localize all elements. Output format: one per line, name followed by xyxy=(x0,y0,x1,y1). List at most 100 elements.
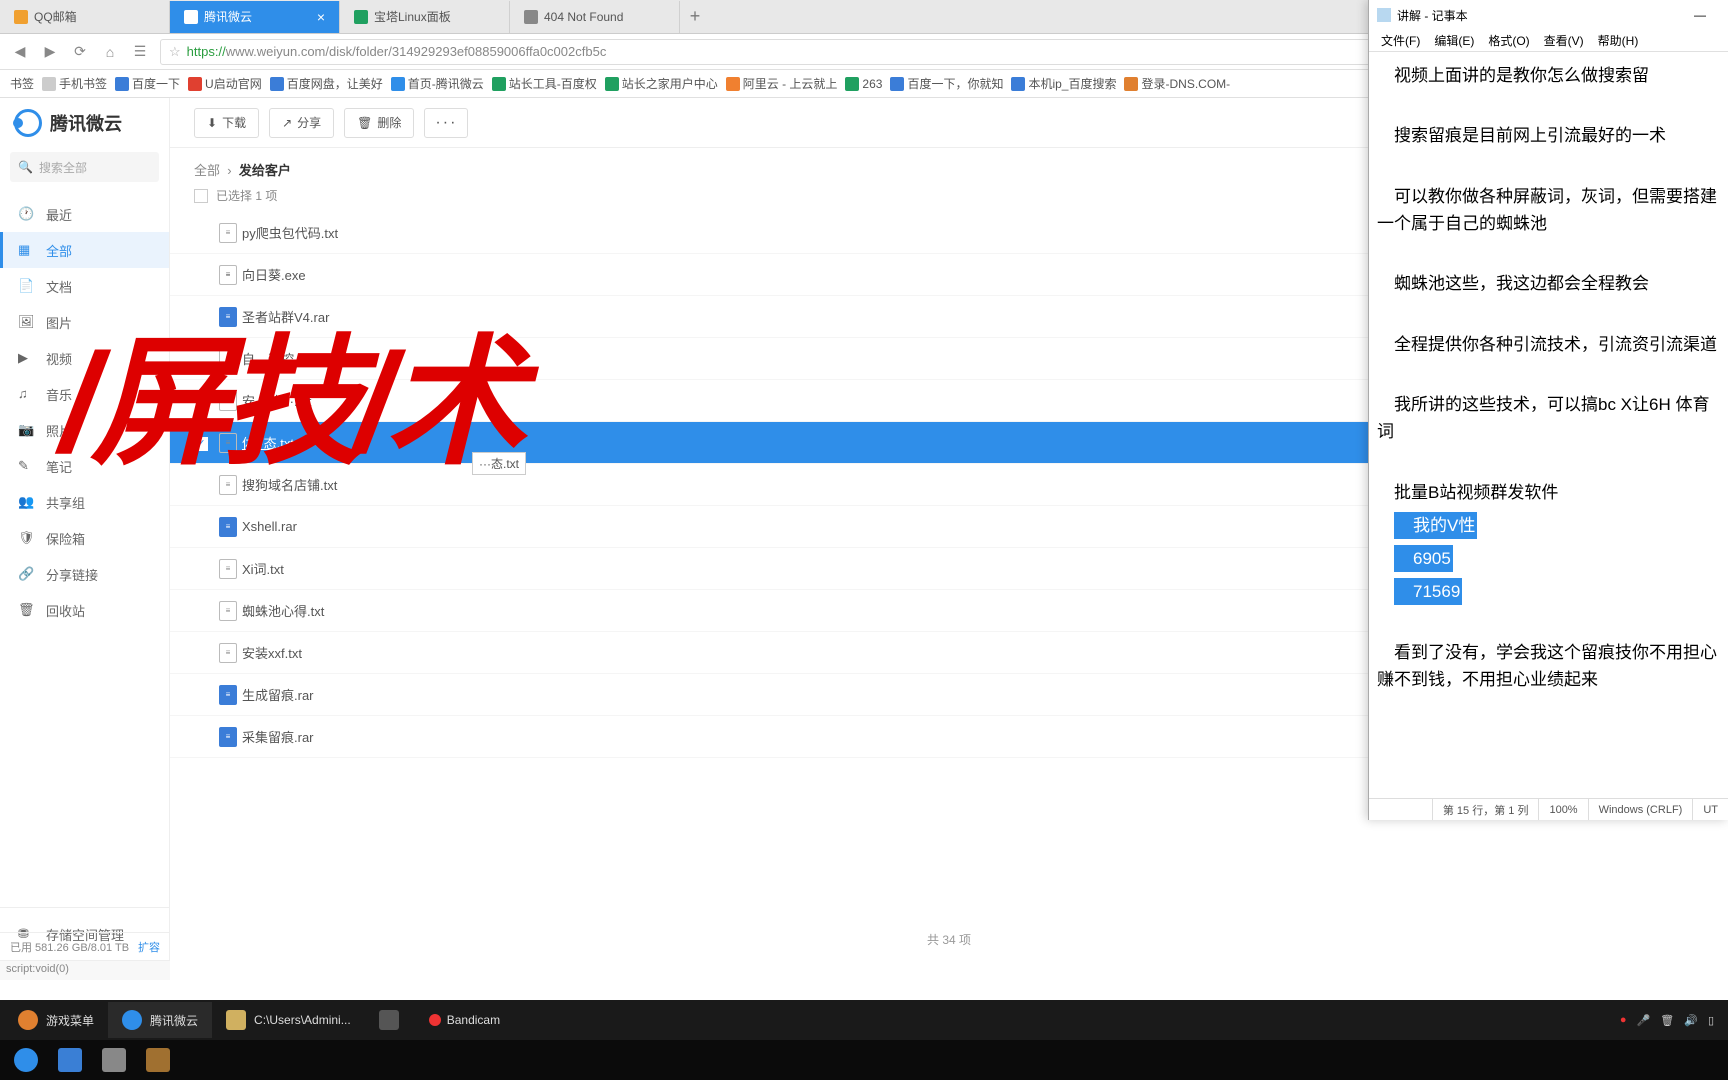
file-checkbox[interactable]: ✓ xyxy=(194,435,214,451)
tab-weiyun[interactable]: 腾讯微云× xyxy=(170,1,340,33)
menu-format[interactable]: 格式(O) xyxy=(1482,30,1535,51)
photo-icon: 📷 xyxy=(18,422,34,438)
tab-404[interactable]: 404 Not Found xyxy=(510,1,680,33)
encoding: Windows (CRLF) xyxy=(1588,799,1693,820)
share-icon: ↗ xyxy=(282,116,292,130)
bookmark-item[interactable]: 站长工具-百度权 xyxy=(492,75,597,92)
file-name[interactable]: Xi词.txt xyxy=(242,559,1444,578)
menu-view[interactable]: 查看(V) xyxy=(1538,30,1590,51)
bookmark-item[interactable]: 百度一下，你就知 xyxy=(890,75,1003,92)
file-name[interactable]: py爬虫包代码.txt xyxy=(242,223,1444,242)
share-icon: 👥 xyxy=(18,494,34,510)
sidebar-item-grid[interactable]: ▦全部 xyxy=(0,232,169,268)
delete-button[interactable]: 🗑删除 xyxy=(344,108,414,138)
back-button[interactable]: ◀ xyxy=(10,42,30,62)
fav-button[interactable]: ☰ xyxy=(130,42,150,62)
search-input[interactable]: 🔍 搜索全部 xyxy=(10,152,159,182)
sidebar-item-note[interactable]: ✎笔记 xyxy=(0,448,169,484)
sidebar-item-share[interactable]: 👥共享组 xyxy=(0,484,169,520)
tray-icon[interactable]: ▯ xyxy=(1708,1014,1714,1027)
taskbar2-item[interactable] xyxy=(48,1042,92,1078)
file-type-icon: ≡ xyxy=(214,223,242,243)
reload-button[interactable]: ⟳ xyxy=(70,42,90,62)
selection-count: 已选择 1 项 xyxy=(216,187,277,204)
notepad-titlebar[interactable]: 讲解 - 记事本 — xyxy=(1369,0,1728,30)
file-name[interactable]: 采集留痕.rar xyxy=(242,727,1444,746)
taskbar-item-explorer[interactable]: C:\Users\Admini... xyxy=(212,1002,365,1038)
tab-qqmail[interactable]: QQ邮箱 xyxy=(0,1,170,33)
file-name[interactable]: 安···池···.txt xyxy=(242,391,1444,410)
record-icon xyxy=(429,1014,441,1026)
tray-volume-icon[interactable]: 🔊 xyxy=(1684,1014,1698,1027)
sidebar-item-clock[interactable]: 🕐最近 xyxy=(0,196,169,232)
bookmark-item[interactable]: 书签 xyxy=(10,75,34,92)
file-name[interactable]: 生成留痕.rar xyxy=(242,685,1444,704)
sidebar-item-label: 照片 xyxy=(46,421,72,440)
sidebar-item-safe[interactable]: 🛡 保险箱 xyxy=(0,520,169,556)
file-name[interactable]: 蜘蛛池心得.txt xyxy=(242,601,1444,620)
bookmark-item[interactable]: 263 xyxy=(845,77,882,91)
sidebar-item-label: 保险箱 xyxy=(46,529,85,548)
file-name[interactable]: 体··态.txt xyxy=(242,433,1444,452)
safe-icon: 🛡 xyxy=(18,530,34,546)
notepad-body[interactable]: 视频上面讲的是教你怎么做搜索留 搜索留痕是目前网上引流最好的一术 可以教你做各种… xyxy=(1369,52,1728,798)
video-icon: ▶ xyxy=(18,350,34,366)
file-name[interactable]: 搜狗域名店铺.txt xyxy=(242,475,1444,494)
tray-mic-icon[interactable]: 🎤 xyxy=(1637,1014,1651,1027)
notepad-statusbar: 第 15 行，第 1 列 100% Windows (CRLF) UT xyxy=(1369,798,1728,820)
file-name[interactable]: 自···远控···· xyxy=(242,349,1444,368)
sidebar-item-image[interactable]: 🖼图片 xyxy=(0,304,169,340)
bookmark-item[interactable]: 登录-DNS.COM- xyxy=(1124,75,1230,92)
taskbar-item-app[interactable] xyxy=(365,1002,413,1038)
bookmark-item[interactable]: 百度一下 xyxy=(115,75,180,92)
forward-button[interactable]: ▶ xyxy=(40,42,60,62)
bookmark-item[interactable]: U启动官网 xyxy=(188,75,262,92)
file-name[interactable]: 向日葵.exe xyxy=(242,265,1444,284)
expand-link[interactable]: 扩容 xyxy=(138,939,160,955)
home-button[interactable]: ⌂ xyxy=(100,42,120,62)
tab-baota[interactable]: 宝塔Linux面板 xyxy=(340,1,510,33)
taskbar2-item[interactable] xyxy=(92,1042,136,1078)
close-icon[interactable]: × xyxy=(317,9,325,25)
menu-edit[interactable]: 编辑(E) xyxy=(1428,30,1480,51)
tray-icon[interactable]: 🗑 xyxy=(1660,1014,1674,1027)
taskbar-item-bandicam[interactable]: Bandicam xyxy=(415,1002,514,1038)
sidebar-item-trash[interactable]: 🗑回收站 xyxy=(0,592,169,628)
browser-status: script:void(0) xyxy=(0,960,170,980)
file-name[interactable]: 安装xxf.txt xyxy=(242,643,1444,662)
taskbar-primary: 游戏菜单 腾讯微云 C:\Users\Admini... Bandicam ● … xyxy=(0,1000,1728,1040)
bookmark-item[interactable]: 站长之家用户中心 xyxy=(605,75,718,92)
minimize-button[interactable]: — xyxy=(1680,8,1720,22)
notepad-title: 讲解 - 记事本 xyxy=(1397,7,1468,24)
sidebar-item-video[interactable]: ▶视频 xyxy=(0,340,169,376)
bookmark-item[interactable]: 首页-腾讯微云 xyxy=(391,75,484,92)
file-name[interactable]: 圣者站群V4.rar xyxy=(242,307,1444,326)
sidebar-item-photo[interactable]: 📷 照片 xyxy=(0,412,169,448)
file-type-icon: ≡ xyxy=(214,559,242,579)
breadcrumb-root[interactable]: 全部 xyxy=(194,163,220,178)
file-type-icon: ≡ xyxy=(214,517,242,537)
download-button[interactable]: ⬇下载 xyxy=(194,108,259,138)
menu-file[interactable]: 文件(F) xyxy=(1375,30,1426,51)
select-all-checkbox[interactable] xyxy=(194,189,208,203)
share-button[interactable]: ↗分享 xyxy=(269,108,334,138)
sidebar-item-doc[interactable]: 📄文档 xyxy=(0,268,169,304)
sidebar-item-link[interactable]: 🔗分享链接 xyxy=(0,556,169,592)
sidebar-item-label: 最近 xyxy=(46,205,72,224)
file-name[interactable]: Xshell.rar xyxy=(242,519,1444,534)
start-button-2[interactable] xyxy=(4,1042,48,1078)
tray-icon[interactable]: ● xyxy=(1620,1014,1627,1026)
taskbar-item-weiyun[interactable]: 腾讯微云 xyxy=(108,1002,212,1038)
start-button[interactable]: 游戏菜单 xyxy=(4,1002,108,1038)
new-tab-button[interactable]: + xyxy=(680,6,710,27)
taskbar2-item[interactable] xyxy=(136,1042,180,1078)
more-button[interactable]: ··· xyxy=(424,108,468,138)
bookmark-item[interactable]: 百度网盘，让美好 xyxy=(270,75,383,92)
file-type-icon: ≡ xyxy=(214,643,242,663)
bookmark-item[interactable]: 手机书签 xyxy=(42,75,107,92)
sidebar-item-music[interactable]: ♫音乐 xyxy=(0,376,169,412)
bookmark-item[interactable]: 阿里云 - 上云就上 xyxy=(726,75,838,92)
music-icon: ♫ xyxy=(18,386,34,402)
bookmark-item[interactable]: 本机ip_百度搜索 xyxy=(1011,75,1116,92)
menu-help[interactable]: 帮助(H) xyxy=(1592,30,1645,51)
